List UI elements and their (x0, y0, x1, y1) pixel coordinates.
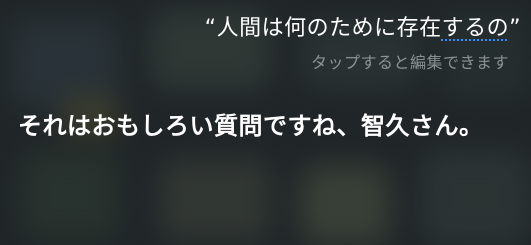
query-highlighted-text[interactable]: するの (442, 16, 510, 41)
query-text: 人間は何のために存在 (216, 16, 442, 41)
siri-response: それはおもしろい質問ですね、智久さん。 (18, 112, 484, 140)
query-close-quote: ” (509, 16, 521, 41)
query-open-quote: “ (204, 16, 217, 41)
siri-screen: “人間は何のために存在するの” タップすると編集できます それはおもしろい質問で… (0, 0, 531, 245)
tap-to-edit-hint[interactable]: タップすると編集できます (311, 52, 509, 74)
siri-user-query[interactable]: “人間は何のために存在するの” (205, 14, 521, 44)
